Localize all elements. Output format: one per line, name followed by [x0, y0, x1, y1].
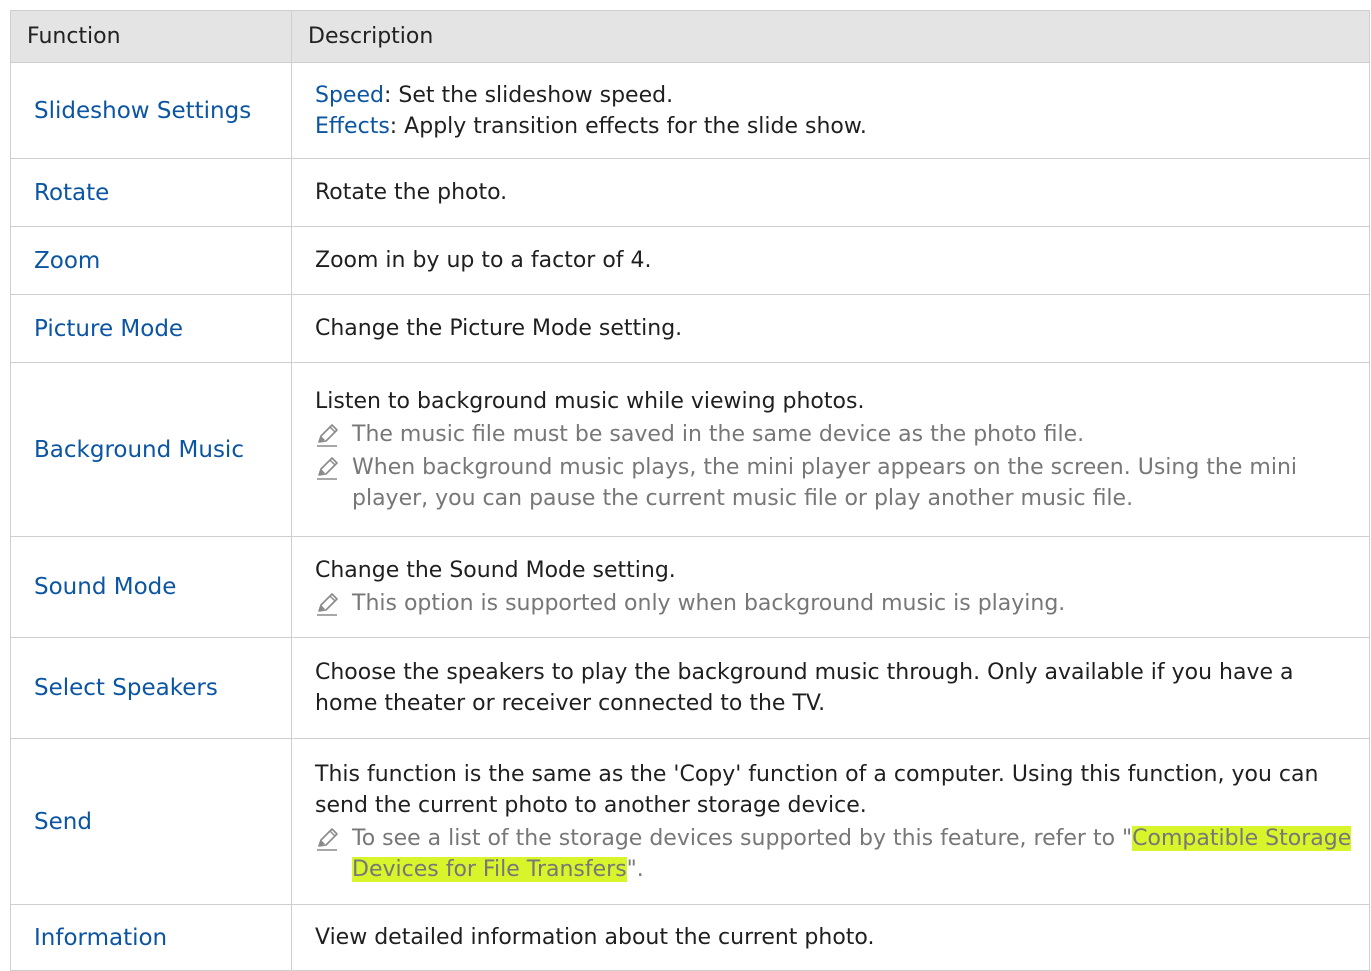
pencil-note-icon [315, 826, 341, 852]
table-row: Rotate Rotate the photo. [10, 158, 1370, 227]
function-picture-mode[interactable]: Picture Mode [10, 294, 292, 363]
effects-keyword[interactable]: Effects [315, 114, 390, 139]
table-row: Select Speakers Choose the speakers to p… [10, 637, 1370, 739]
effects-text: : Apply transition effects for the slide… [389, 113, 867, 139]
header-function: Function [10, 10, 292, 63]
header-description: Description [291, 10, 1370, 63]
function-background-music[interactable]: Background Music [10, 362, 292, 537]
table-row: Send This function is the same as the 'C… [10, 738, 1370, 905]
table-row: Zoom Zoom in by up to a factor of 4. [10, 226, 1370, 295]
note: To see a list of the storage devices sup… [315, 823, 1355, 885]
function-rotate[interactable]: Rotate [10, 158, 292, 227]
note: This option is supported only when backg… [315, 588, 1355, 619]
note-text: The music file must be saved in the same… [352, 421, 1085, 447]
note-text-pre: To see a list of the storage devices sup… [352, 825, 1133, 851]
function-zoom[interactable]: Zoom [10, 226, 292, 295]
note-text-post: ". [626, 856, 644, 882]
description-text: View detailed information about the curr… [291, 904, 1370, 971]
pencil-note-icon [315, 455, 341, 481]
pencil-note-icon [315, 422, 341, 448]
function-send[interactable]: Send [10, 738, 292, 905]
function-table: Function Description Slideshow Settings … [10, 10, 1370, 971]
function-information[interactable]: Information [10, 904, 292, 971]
description-text: Rotate the photo. [291, 158, 1370, 227]
table-row: Sound Mode Change the Sound Mode setting… [10, 536, 1370, 638]
description-cell: Listen to background music while viewing… [291, 362, 1370, 537]
table-row: Background Music Listen to background mu… [10, 362, 1370, 537]
speed-text: : Set the slideshow speed. [383, 82, 674, 108]
description-text: Change the Sound Mode setting. [315, 558, 676, 583]
table-row: Information View detailed information ab… [10, 904, 1370, 971]
description-text: Change the Picture Mode setting. [291, 294, 1370, 363]
pencil-note-icon [315, 591, 341, 617]
description-text: Zoom in by up to a factor of 4. [291, 226, 1370, 295]
function-sound-mode[interactable]: Sound Mode [10, 536, 292, 638]
note: When background music plays, the mini pl… [315, 452, 1355, 514]
table-row: Slideshow Settings Speed: Set the slides… [10, 62, 1370, 159]
function-slideshow-settings[interactable]: Slideshow Settings [10, 62, 292, 159]
description-text: Choose the speakers to play the backgrou… [291, 637, 1370, 739]
speed-keyword[interactable]: Speed [315, 83, 384, 108]
description-cell: Speed: Set the slideshow speed. Effects:… [291, 62, 1370, 159]
description-cell: This function is the same as the 'Copy' … [291, 738, 1370, 905]
description-text: Listen to background music while viewing… [315, 388, 865, 414]
note-text: This option is supported only when backg… [352, 591, 1066, 616]
note-text: When background music plays, the mini pl… [352, 454, 1298, 511]
table-row: Picture Mode Change the Picture Mode set… [10, 294, 1370, 363]
table-header-row: Function Description [10, 10, 1370, 63]
note: The music file must be saved in the same… [315, 419, 1355, 450]
function-select-speakers[interactable]: Select Speakers [10, 637, 292, 739]
description-text: This function is the same as the 'Copy' … [315, 761, 1319, 818]
description-cell: Change the Sound Mode setting. This opti… [291, 536, 1370, 638]
